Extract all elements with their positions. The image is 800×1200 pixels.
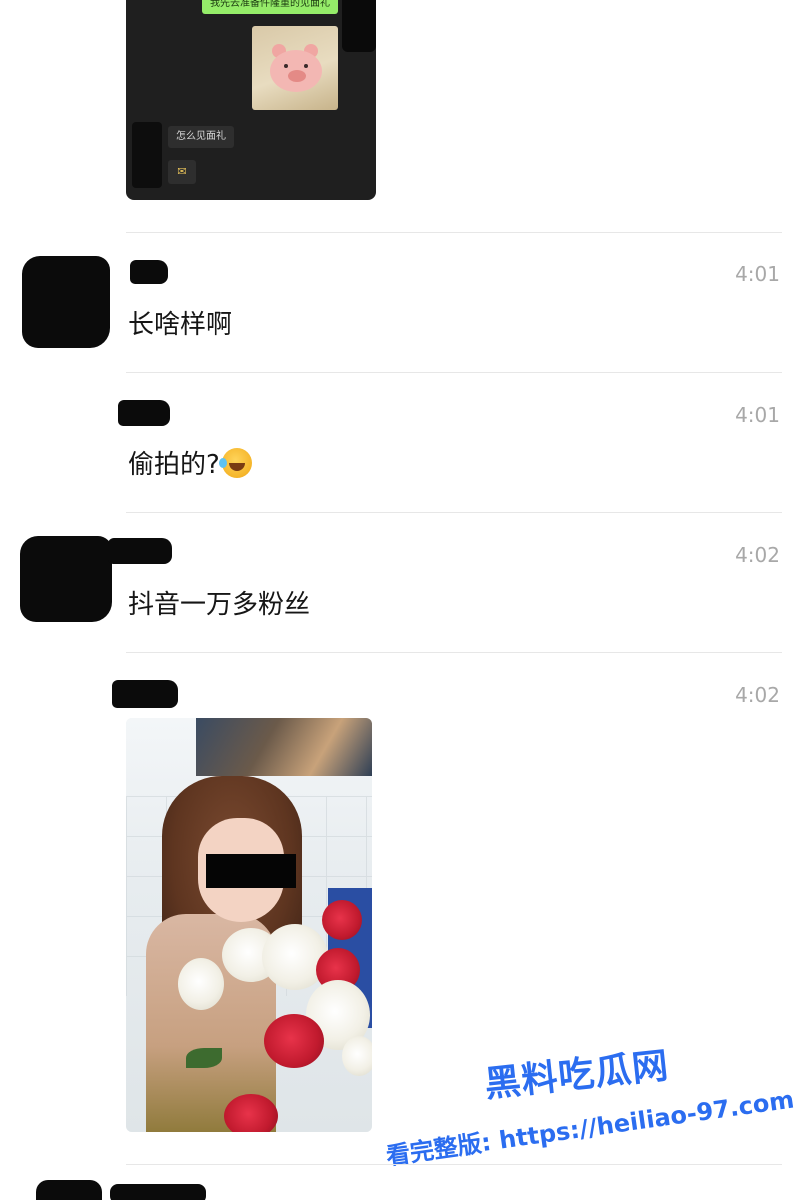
white-rose bbox=[342, 1036, 372, 1076]
embedded-dark-bubble: 怎么见面礼 bbox=[168, 126, 234, 148]
avatar[interactable] bbox=[22, 256, 110, 348]
pig-eye-left bbox=[284, 64, 288, 68]
watermark-title: 黑料吃瓜网 bbox=[482, 1045, 672, 1106]
leaf bbox=[186, 1048, 222, 1068]
avatar[interactable] bbox=[36, 1180, 102, 1200]
photo-censor-bar bbox=[206, 854, 296, 888]
message-item[interactable]: 偷拍的? bbox=[128, 444, 252, 481]
embedded-green-bubble: 我先去准备件隆重的见面礼 bbox=[202, 0, 338, 14]
message-text: 偷拍的? bbox=[128, 450, 220, 480]
sender-name-redacted bbox=[130, 260, 168, 284]
embedded-chat-screenshot[interactable]: 我先去准备件隆重的见面礼 怎么见面礼 ✉ bbox=[126, 0, 376, 200]
white-rose bbox=[178, 958, 224, 1010]
sender-name-redacted bbox=[108, 538, 172, 564]
photo-message[interactable] bbox=[126, 718, 372, 1132]
message-time: 4:02 bbox=[735, 683, 780, 707]
message-divider bbox=[126, 512, 782, 513]
embedded-avatar-redacted bbox=[342, 0, 376, 52]
sender-name-redacted bbox=[118, 400, 170, 426]
red-rose bbox=[224, 1094, 278, 1132]
message-divider bbox=[126, 232, 782, 233]
photo-wall-painting bbox=[196, 718, 372, 776]
message-divider bbox=[126, 652, 782, 653]
message-time: 4:02 bbox=[735, 543, 780, 567]
message-divider bbox=[126, 1164, 782, 1165]
envelope-icon: ✉ bbox=[168, 160, 196, 184]
red-rose bbox=[264, 1014, 324, 1068]
message-divider bbox=[126, 372, 782, 373]
laughing-tears-emoji-icon bbox=[218, 448, 252, 478]
message-time: 4:01 bbox=[735, 262, 780, 286]
message-time: 4:01 bbox=[735, 403, 780, 427]
message-text[interactable]: 长啥样啊 bbox=[128, 304, 232, 341]
pig-nose bbox=[288, 70, 306, 82]
pig-eye-right bbox=[304, 64, 308, 68]
sender-name-redacted bbox=[110, 1184, 206, 1200]
embedded-avatar-left-redacted bbox=[132, 122, 162, 188]
red-rose bbox=[322, 900, 362, 940]
sender-name-redacted bbox=[112, 680, 178, 708]
message-text[interactable]: 抖音一万多粉丝 bbox=[128, 584, 310, 621]
pig-sticker bbox=[252, 26, 338, 110]
avatar[interactable] bbox=[20, 536, 112, 622]
